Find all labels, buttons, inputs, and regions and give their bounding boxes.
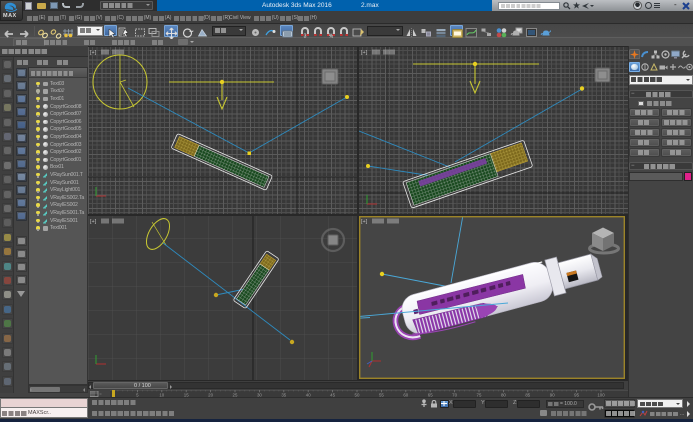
svg-text:3: 3 bbox=[304, 34, 307, 39]
svg-text:[+]: [+] bbox=[90, 219, 97, 225]
svg-text:[+]: [+] bbox=[361, 50, 368, 56]
svg-text:%: % bbox=[329, 34, 334, 39]
svg-text:[+]: [+] bbox=[361, 219, 368, 225]
svg-text:[+]: [+] bbox=[90, 50, 97, 56]
